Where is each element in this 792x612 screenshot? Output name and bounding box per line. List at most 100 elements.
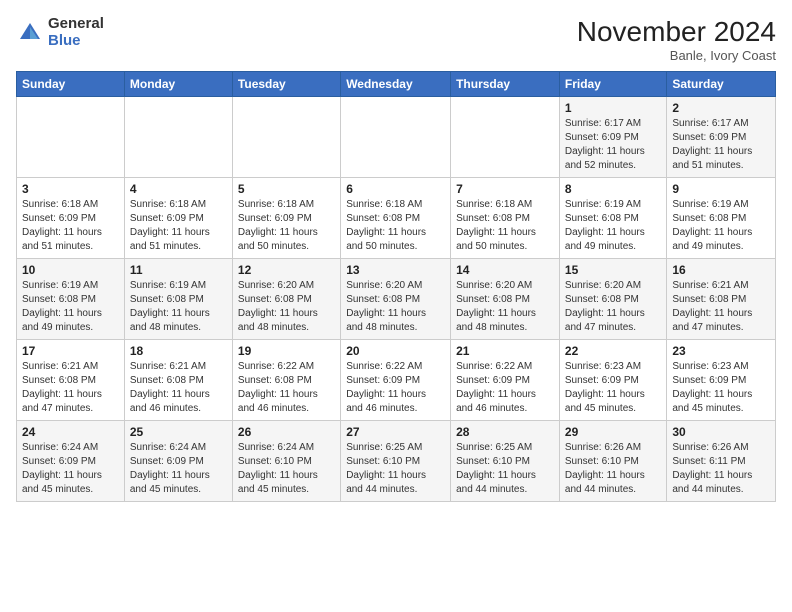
day-number: 19 [238,344,335,358]
day-info: Sunrise: 6:18 AM Sunset: 6:08 PM Dayligh… [346,198,445,254]
logo-text: General Blue [48,16,104,49]
day-info: Sunrise: 6:19 AM Sunset: 6:08 PM Dayligh… [22,279,119,335]
calendar-cell: 16 Sunrise: 6:21 AM Sunset: 6:08 PM Dayli… [667,259,776,340]
calendar-cell: 27Sunrise: 6:25 AM Sunset: 6:10 PM Dayli… [341,421,451,502]
day-info: Sunrise: 6:18 AM Sunset: 6:09 PM Dayligh… [238,198,335,254]
calendar-cell: 8 Sunrise: 6:19 AM Sunset: 6:08 PM Daylig… [559,178,666,259]
day-number: 28 [456,425,554,439]
calendar-cell: 14 Sunrise: 6:20 AM Sunset: 6:08 PM Dayli… [451,259,560,340]
calendar-cell: 2 Sunrise: 6:17 AM Sunset: 6:09 PM Daylig… [667,97,776,178]
calendar-week-row: 17 Sunrise: 6:21 AM Sunset: 6:08 PM Dayli… [17,340,776,421]
calendar-cell: 11 Sunrise: 6:19 AM Sunset: 6:08 PM Dayli… [124,259,232,340]
weekday-header: Friday [559,72,666,97]
logo-general: General [48,16,104,33]
day-info: Sunrise: 6:19 AM Sunset: 6:08 PM Dayligh… [672,198,770,254]
day-number: 23 [672,344,770,358]
calendar-week-row: 10Sunrise: 6:19 AM Sunset: 6:08 PM Dayli… [17,259,776,340]
weekday-header: Tuesday [232,72,340,97]
day-number: 1 [565,101,661,115]
calendar-cell [341,97,451,178]
day-number: 25 [130,425,227,439]
weekday-header: Thursday [451,72,560,97]
day-number: 14 [456,263,554,277]
day-info: Sunrise: 6:23 AM Sunset: 6:09 PM Dayligh… [672,360,770,416]
title-block: November 2024 Banle, Ivory Coast [577,16,776,63]
calendar-cell: 3 Sunrise: 6:18 AM Sunset: 6:09 PM Daylig… [17,178,125,259]
calendar-cell: 28 Sunrise: 6:25 AM Sunset: 6:10 PM Dayli… [451,421,560,502]
day-info: Sunrise: 6:25 AM Sunset: 6:10 PM Dayligh… [456,441,554,497]
day-info: Sunrise: 6:20 AM Sunset: 6:08 PM Dayligh… [346,279,445,335]
weekday-header: Monday [124,72,232,97]
day-info: Sunrise: 6:21 AM Sunset: 6:08 PM Dayligh… [672,279,770,335]
day-info: Sunrise: 6:21 AM Sunset: 6:08 PM Dayligh… [22,360,119,416]
day-number: 20 [346,344,445,358]
calendar-cell: 15 Sunrise: 6:20 AM Sunset: 6:08 PM Dayli… [559,259,666,340]
day-info: Sunrise: 6:22 AM Sunset: 6:08 PM Dayligh… [238,360,335,416]
day-number: 12 [238,263,335,277]
calendar-cell [17,97,125,178]
calendar-week-row: 1 Sunrise: 6:17 AM Sunset: 6:09 PM Daylig… [17,97,776,178]
day-info: Sunrise: 6:24 AM Sunset: 6:09 PM Dayligh… [22,441,119,497]
day-number: 6 [346,182,445,196]
calendar-cell [124,97,232,178]
calendar-table: SundayMondayTuesdayWednesdayThursdayFrid… [16,71,776,502]
day-number: 7 [456,182,554,196]
day-info: Sunrise: 6:19 AM Sunset: 6:08 PM Dayligh… [565,198,661,254]
day-number: 4 [130,182,227,196]
calendar-cell: 30 Sunrise: 6:26 AM Sunset: 6:11 PM Dayli… [667,421,776,502]
calendar-cell [232,97,340,178]
calendar-cell: 19 Sunrise: 6:22 AM Sunset: 6:08 PM Dayli… [232,340,340,421]
day-info: Sunrise: 6:18 AM Sunset: 6:09 PM Dayligh… [130,198,227,254]
day-number: 15 [565,263,661,277]
day-number: 5 [238,182,335,196]
calendar-cell: 23 Sunrise: 6:23 AM Sunset: 6:09 PM Dayli… [667,340,776,421]
day-info: Sunrise: 6:20 AM Sunset: 6:08 PM Dayligh… [456,279,554,335]
day-info: Sunrise: 6:26 AM Sunset: 6:10 PM Dayligh… [565,441,661,497]
calendar-cell: 18Sunrise: 6:21 AM Sunset: 6:08 PM Dayli… [124,340,232,421]
day-number: 11 [130,263,227,277]
calendar-cell: 22Sunrise: 6:23 AM Sunset: 6:09 PM Dayli… [559,340,666,421]
day-number: 17 [22,344,119,358]
calendar-cell: 13Sunrise: 6:20 AM Sunset: 6:08 PM Dayli… [341,259,451,340]
day-info: Sunrise: 6:20 AM Sunset: 6:08 PM Dayligh… [238,279,335,335]
day-info: Sunrise: 6:26 AM Sunset: 6:11 PM Dayligh… [672,441,770,497]
day-number: 18 [130,344,227,358]
weekday-header: Sunday [17,72,125,97]
weekday-header: Saturday [667,72,776,97]
day-number: 3 [22,182,119,196]
day-info: Sunrise: 6:20 AM Sunset: 6:08 PM Dayligh… [565,279,661,335]
calendar-cell: 9 Sunrise: 6:19 AM Sunset: 6:08 PM Daylig… [667,178,776,259]
day-number: 8 [565,182,661,196]
calendar-cell: 25 Sunrise: 6:24 AM Sunset: 6:09 PM Dayli… [124,421,232,502]
calendar-body: 1 Sunrise: 6:17 AM Sunset: 6:09 PM Daylig… [17,97,776,502]
day-info: Sunrise: 6:17 AM Sunset: 6:09 PM Dayligh… [672,117,770,173]
day-info: Sunrise: 6:19 AM Sunset: 6:08 PM Dayligh… [130,279,227,335]
day-info: Sunrise: 6:24 AM Sunset: 6:10 PM Dayligh… [238,441,335,497]
day-number: 21 [456,344,554,358]
day-info: Sunrise: 6:18 AM Sunset: 6:09 PM Dayligh… [22,198,119,254]
day-info: Sunrise: 6:22 AM Sunset: 6:09 PM Dayligh… [346,360,445,416]
day-number: 29 [565,425,661,439]
logo-blue: Blue [48,33,104,50]
calendar-cell: 20 Sunrise: 6:22 AM Sunset: 6:09 PM Dayli… [341,340,451,421]
day-info: Sunrise: 6:24 AM Sunset: 6:09 PM Dayligh… [130,441,227,497]
day-number: 9 [672,182,770,196]
day-number: 2 [672,101,770,115]
calendar-week-row: 3 Sunrise: 6:18 AM Sunset: 6:09 PM Daylig… [17,178,776,259]
day-number: 30 [672,425,770,439]
month-title: November 2024 [577,16,776,48]
page-header: General Blue November 2024 Banle, Ivory … [16,16,776,63]
calendar-cell: 1Sunrise: 6:17 AM Sunset: 6:09 PM Daylig… [559,97,666,178]
day-number: 16 [672,263,770,277]
location: Banle, Ivory Coast [577,48,776,63]
calendar-cell: 24Sunrise: 6:24 AM Sunset: 6:09 PM Dayli… [17,421,125,502]
day-number: 26 [238,425,335,439]
calendar-cell: 7Sunrise: 6:18 AM Sunset: 6:08 PM Daylig… [451,178,560,259]
calendar-cell: 5 Sunrise: 6:18 AM Sunset: 6:09 PM Daylig… [232,178,340,259]
calendar-cell: 10Sunrise: 6:19 AM Sunset: 6:08 PM Dayli… [17,259,125,340]
weekday-header: Wednesday [341,72,451,97]
logo-icon [16,19,44,47]
calendar-cell: 29 Sunrise: 6:26 AM Sunset: 6:10 PM Dayli… [559,421,666,502]
calendar-cell: 6 Sunrise: 6:18 AM Sunset: 6:08 PM Daylig… [341,178,451,259]
logo: General Blue [16,16,104,49]
